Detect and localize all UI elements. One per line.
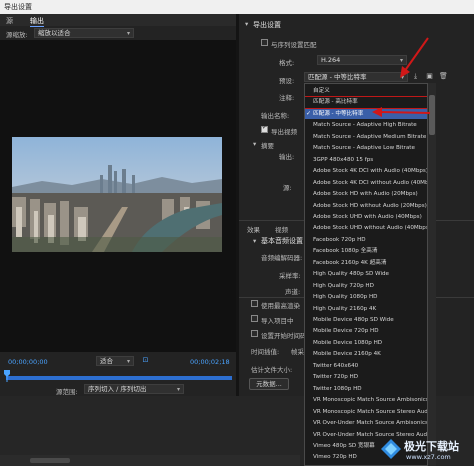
preset-option[interactable]: High Quality 1080p HD [305,292,427,302]
playhead-icon[interactable] [4,370,10,382]
safe-margins-icon[interactable]: ⊡ [141,356,150,365]
est-size-label: 估计文件大小: [251,366,293,374]
preset-option[interactable]: Adobe Stock 4K DCI without Audio (40Mbps… [305,178,427,188]
watermark-text: 极光下载站 [404,440,459,453]
preset-option[interactable]: Twitter 640x640 [305,361,427,371]
preset-label: 预设: [279,77,295,85]
summary-toggle-icon[interactable]: ▾ [253,140,256,148]
source-scaling-row: 源缩放: 缩放以适合 ▾ [0,27,238,39]
preset-option[interactable]: Facebook 1080p 全高清 [305,246,427,256]
chevron-down-icon: ▾ [126,30,130,37]
tab-output[interactable]: 输出 [30,16,44,27]
dropdown-scrollbar[interactable] [428,83,436,466]
preset-option[interactable]: 自定义 [305,86,427,96]
preset-dropdown-list[interactable]: 自定义 匹配源 - 高比特率 ✓ 匹配源 - 中等比特率 Match Source - … [304,83,428,466]
scroll-thumb[interactable] [30,458,70,463]
comment-label: 注释: [279,94,295,102]
preset-option[interactable]: Facebook 720p HD [305,235,427,245]
collapse-icon[interactable]: ▾ [245,20,248,28]
output-name-label: 输出名称: [261,112,290,120]
match-sequence-checkbox[interactable] [261,39,268,46]
source-scaling-select[interactable]: 缩放以适合 ▾ [34,28,134,38]
preset-option[interactable]: High Quality 480p SD Wide [305,269,427,279]
red-arrow-icon [372,107,431,117]
preset-option[interactable]: High Quality 720p HD [305,281,427,291]
preset-option[interactable]: Adobe Stock UHD without Audio (40Mbps) [305,223,427,233]
preset-option[interactable]: 3GPP 480x480 15 fps [305,155,427,165]
tab-effects[interactable]: 效果 [247,224,260,234]
delete-preset-icon[interactable]: 🗑 [439,72,448,81]
preset-option[interactable]: Mobile Device 2160p 4K [305,349,427,359]
source-range-select[interactable]: 序列切入 / 序列切出 ▾ [84,384,184,394]
set-start-timecode-checkbox[interactable] [251,330,258,337]
watermark-logo-icon [381,439,401,459]
tab-video[interactable]: 视频 [275,224,288,234]
preset-option[interactable]: Twitter 720p HD [305,372,427,382]
summary-source-label: 源: [283,184,292,192]
audio-codec-label: 音频编解码器: [261,254,303,262]
audio-basic-title: 基本音频设置 [261,237,303,245]
checkmark-icon: ✓ [306,109,312,117]
city-photo [12,137,222,252]
preset-option[interactable]: Match Source - Adaptive Low Bitrate [305,143,427,153]
watermark: 极光下载站 www.xz7.com [380,436,472,464]
metadata-button[interactable]: 元数据... [249,378,289,390]
time-interp-label: 时间插值: [251,348,280,356]
time-range-track[interactable] [6,376,232,380]
preset-option[interactable]: Adobe Stock 4K DCI with Audio (40Mbps) [305,166,427,176]
title-bar: 导出设置 [0,0,474,14]
left-tabs: 源 输出 [0,14,238,27]
import-project-checkbox[interactable] [251,315,258,322]
preset-option[interactable]: Adobe Stock HD with Audio (20Mbps) [305,189,427,199]
summary-label: 摘要 [261,142,274,150]
format-label: 格式: [279,59,295,67]
preset-option[interactable]: Adobe Stock UHD with Audio (40Mbps) [305,212,427,222]
preview-image [12,137,222,252]
preset-option[interactable]: Match Source - Adaptive High Bitrate [305,120,427,130]
channels-label: 声道: [285,288,301,296]
timecode-start[interactable]: 00;00;00;00 [8,358,48,366]
red-arrow-icon [400,37,429,78]
export-settings-title: 导出设置 [253,21,281,29]
preset-option[interactable]: Mobile Device 480p SD Wide [305,315,427,325]
import-project-label: 导入项目中 [261,317,294,325]
preset-option[interactable]: VR Monoscopic Match Source Ambisonics [305,395,427,405]
zoom-fit-select[interactable]: 适合 ▾ [96,356,134,366]
preset-option[interactable]: Twitter 1080p HD [305,384,427,394]
horizontal-scrollbar[interactable] [0,455,300,466]
use-max-render-label: 使用最高渲染 [261,302,300,310]
export-video-label: 导出视频 [271,128,297,136]
preset-option[interactable]: Match Source - Adaptive Medium Bitrate [305,132,427,142]
sample-rate-label: 采样率: [279,272,301,280]
chevron-down-icon: ▾ [126,358,130,365]
export-video-checkbox[interactable] [261,124,268,133]
watermark-url: www.xz7.com [406,453,451,461]
preset-option[interactable]: Adobe Stock HD without Audio (20Mbps) [305,201,427,211]
preset-option[interactable]: High Quality 2160p 4K [305,304,427,314]
source-scaling-label: 源缩放: [6,31,28,39]
preset-option[interactable]: Mobile Device 1080p HD [305,338,427,348]
timecode-end: 00;00;02;18 [190,358,230,366]
preset-option[interactable]: Facebook 2160p 4K 超高清 [305,258,427,268]
source-range-row: 源范围: 序列切入 / 序列切出 ▾ [0,383,238,396]
time-interp-value[interactable]: 帧采 [291,346,304,356]
chevron-down-icon: ▾ [176,386,180,393]
preset-option[interactable]: VR Over-Under Match Source Ambisonics [305,418,427,428]
tab-source[interactable]: 源 [6,16,13,26]
use-max-render-checkbox[interactable] [251,300,258,307]
audio-basic-toggle-icon[interactable]: ▾ [253,237,256,245]
window-title: 导出设置 [4,3,32,11]
preset-option[interactable]: Mobile Device 720p HD [305,326,427,336]
summary-output-label: 输出: [279,153,295,161]
set-start-timecode-label: 设置开始时间码 [261,332,307,340]
match-sequence-label: 与序列设置匹配 [271,41,317,49]
preset-option[interactable]: VR Monoscopic Match Source Stereo Audio [305,407,427,417]
source-range-label: 源范围: [56,388,78,396]
